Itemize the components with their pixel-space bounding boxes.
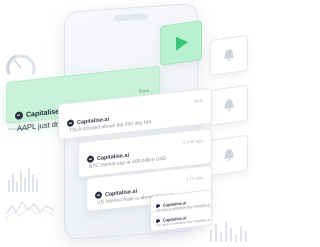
play-icon [176,36,188,51]
capitalise-logo-icon [67,119,74,128]
bar-chart-decoration-icon [8,168,38,192]
bell-tile[interactable] [210,134,248,176]
gauge-decoration-icon [6,54,36,75]
bell-tile[interactable] [210,34,248,76]
capitalise-logo-icon [15,111,23,121]
bell-icon [224,99,234,111]
bell-icon [224,49,234,61]
capitalise-logo-icon [87,155,94,164]
notification-time: Now [193,97,203,104]
bell-icon [224,149,234,161]
bar-chart-decoration-icon [210,221,247,242]
play-tile[interactable] [160,20,202,67]
phone-speaker [114,13,148,22]
bell-tile[interactable] [210,84,248,126]
notification-time: 1 hr ago [186,174,203,182]
line-chart-decoration-icon [5,200,55,219]
capitalise-logo-icon [95,191,102,200]
notification-time: 5 min ago [183,137,203,145]
